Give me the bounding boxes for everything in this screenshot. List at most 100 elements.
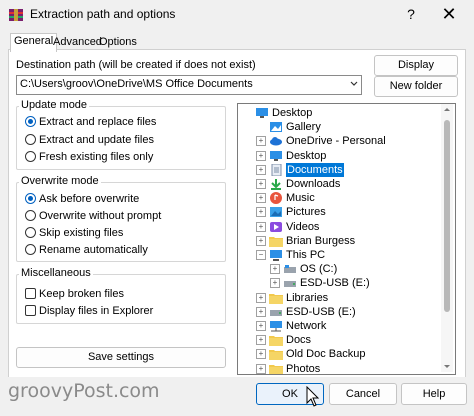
- help-button[interactable]: Help: [401, 383, 467, 405]
- radio-ask-before-overwrite[interactable]: Ask before overwrite: [25, 192, 139, 206]
- tree-item[interactable]: + OneDrive - Personal: [238, 134, 438, 148]
- tree-item-label: Gallery: [286, 121, 321, 134]
- folder-icon: [269, 336, 283, 347]
- checkbox[interactable]: [25, 305, 36, 316]
- title-bar: Extraction path and options ? ✕: [0, 0, 474, 30]
- expand-icon[interactable]: +: [256, 349, 266, 360]
- expand-icon[interactable]: +: [270, 264, 280, 275]
- scroll-up-icon[interactable]: [443, 106, 451, 114]
- tree-scrollbar[interactable]: [441, 104, 453, 372]
- expand-icon[interactable]: +: [256, 321, 266, 331]
- miscellaneous-title: Miscellaneous: [19, 267, 93, 279]
- radio-skip-existing[interactable]: Skip existing files: [25, 226, 123, 240]
- checkbox[interactable]: [25, 288, 36, 299]
- usb-drive-icon: [270, 309, 282, 316]
- expand-icon[interactable]: +: [256, 207, 266, 218]
- scrollbar-thumb[interactable]: [444, 120, 450, 312]
- network-icon: [270, 321, 282, 332]
- tree-item[interactable]: + Documents: [238, 162, 438, 177]
- display-button[interactable]: Display: [374, 55, 458, 76]
- tree-item-label: Music: [286, 192, 315, 205]
- tree-item[interactable]: + Photos: [238, 362, 438, 375]
- tree-item[interactable]: + ESD-USB (E:): [238, 276, 438, 290]
- help-title-button[interactable]: ?: [400, 4, 422, 24]
- tree-item-label: Network: [286, 320, 327, 332]
- radio-extract-update[interactable]: Extract and update files: [25, 133, 154, 147]
- radio-button[interactable]: [25, 193, 36, 204]
- usb-drive-icon: [284, 281, 296, 288]
- close-button[interactable]: ✕: [436, 4, 462, 24]
- checkbox-keep-broken-files[interactable]: Keep broken files: [25, 287, 124, 301]
- tree-item-label: Downloads: [286, 178, 341, 190]
- expand-icon[interactable]: +: [256, 193, 266, 204]
- destination-path-combobox[interactable]: C:\Users\groov\OneDrive\MS Office Docume…: [16, 75, 362, 95]
- folder-icon: [269, 236, 283, 247]
- expand-icon[interactable]: +: [256, 179, 266, 189]
- expand-icon[interactable]: +: [256, 363, 266, 374]
- tree-item[interactable]: + Libraries: [238, 291, 438, 305]
- expand-icon[interactable]: +: [256, 150, 266, 161]
- tree-item[interactable]: Desktop: [238, 106, 438, 120]
- tree-item-label: Videos: [286, 220, 320, 233]
- expand-icon[interactable]: +: [256, 335, 266, 346]
- radio-button[interactable]: [25, 116, 36, 127]
- radio-rename-automatically[interactable]: Rename automatically: [25, 243, 148, 257]
- tree-item[interactable]: − This PC: [238, 248, 438, 262]
- tree-item[interactable]: + Docs: [238, 333, 438, 347]
- radio-button[interactable]: [25, 134, 36, 145]
- tree-item[interactable]: + Downloads: [238, 177, 438, 191]
- tree-item-label: This PC: [286, 249, 326, 261]
- expand-icon[interactable]: +: [256, 136, 266, 147]
- folder-icon: [269, 364, 283, 374]
- radio-extract-replace[interactable]: Extract and replace files: [25, 115, 156, 129]
- tree-item[interactable]: + Music: [238, 191, 438, 205]
- expand-icon[interactable]: +: [256, 235, 266, 246]
- tree-item[interactable]: Gallery: [238, 120, 438, 134]
- destination-path-value: C:\Users\groov\OneDrive\MS Office Docume…: [20, 78, 253, 90]
- expand-icon[interactable]: +: [256, 306, 266, 317]
- tree-item[interactable]: + Network: [238, 319, 438, 333]
- folder-icon: [269, 350, 283, 361]
- radio-fresh-existing[interactable]: Fresh existing files only: [25, 150, 153, 164]
- tree-item[interactable]: + Pictures: [238, 205, 438, 219]
- radio-overwrite-without-prompt[interactable]: Overwrite without prompt: [25, 209, 161, 223]
- winrar-app-icon: [9, 9, 23, 21]
- tree-item-label: OneDrive - Personal: [286, 135, 386, 148]
- tree-item-label: ESD-USB (E:): [300, 277, 370, 290]
- radio-button[interactable]: [25, 151, 36, 162]
- checkbox-display-files-explorer[interactable]: Display files in Explorer: [25, 304, 153, 318]
- tree-item[interactable]: + Old Doc Backup: [238, 347, 438, 361]
- radio-button[interactable]: [25, 227, 36, 238]
- radio-button[interactable]: [25, 244, 36, 255]
- document-icon: [271, 163, 282, 176]
- gallery-icon: [270, 122, 282, 133]
- save-settings-button[interactable]: Save settings: [16, 347, 226, 368]
- tree-item-label: OS (C:): [300, 263, 338, 276]
- tree-item[interactable]: + OS (C:): [238, 262, 438, 276]
- new-folder-button[interactable]: New folder: [374, 76, 458, 97]
- radio-button[interactable]: [25, 210, 36, 221]
- folder-icon: [269, 293, 283, 304]
- tree-item-label: Pictures: [286, 206, 326, 219]
- scroll-down-icon[interactable]: [443, 362, 451, 370]
- chevron-down-icon[interactable]: [350, 80, 358, 88]
- tree-item-label: Photos: [286, 362, 321, 375]
- expand-icon[interactable]: +: [270, 278, 280, 289]
- tree-item[interactable]: + ESD-USB (E:): [238, 305, 438, 319]
- tree-item[interactable]: + Desktop: [238, 149, 438, 163]
- mouse-cursor-icon: [306, 386, 320, 407]
- tree-item[interactable]: + Brian Burgess: [238, 234, 438, 248]
- tree-item-label: Documents: [286, 162, 344, 177]
- tree-item-label: Brian Burgess: [286, 234, 356, 247]
- expand-icon[interactable]: +: [256, 164, 266, 175]
- overwrite-mode-title: Overwrite mode: [19, 175, 101, 187]
- expand-icon[interactable]: +: [256, 221, 266, 232]
- tab-options[interactable]: Options: [96, 35, 140, 51]
- cancel-button[interactable]: Cancel: [329, 383, 397, 405]
- collapse-icon[interactable]: −: [256, 250, 266, 260]
- tree-item-label: Libraries: [286, 291, 329, 304]
- expand-icon[interactable]: +: [256, 292, 266, 303]
- folder-tree[interactable]: Desktop Gallery + OneDrive - Personal + Deskt…: [237, 103, 456, 375]
- cloud-icon: [270, 137, 282, 146]
- tree-item[interactable]: + Videos: [238, 220, 438, 234]
